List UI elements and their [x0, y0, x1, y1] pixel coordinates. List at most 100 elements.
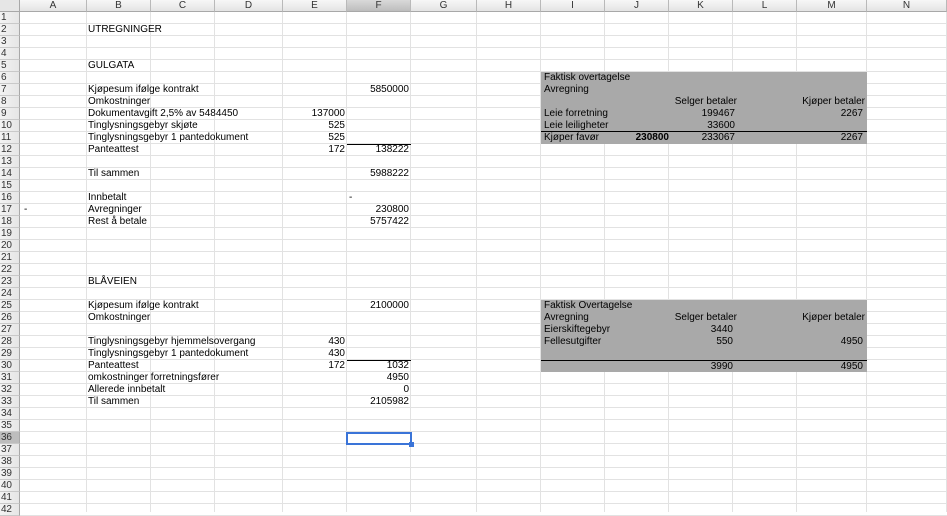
- row-header-8[interactable]: 8: [0, 96, 20, 108]
- cell-b30[interactable]: Panteattest: [88, 360, 139, 372]
- column-header-a[interactable]: A: [20, 0, 87, 12]
- fill-handle[interactable]: [409, 442, 414, 447]
- column-header-c[interactable]: C: [151, 0, 215, 12]
- cell-b11[interactable]: Tinglysningsgebyr 1 pantedokument: [88, 132, 248, 144]
- cell-e28[interactable]: 430: [283, 336, 345, 348]
- column-header-k[interactable]: K: [669, 0, 733, 12]
- cell-f30[interactable]: 1032: [347, 360, 409, 372]
- cell-f14[interactable]: 5988222: [347, 168, 409, 180]
- cell-e12[interactable]: 172: [283, 144, 345, 156]
- row-header-2[interactable]: 2: [0, 24, 20, 36]
- cell-b25[interactable]: Kjøpesum ifølge kontrakt: [88, 300, 199, 312]
- gulgata-box-total-label[interactable]: Kjøper favør: [544, 132, 599, 144]
- cell-f7[interactable]: 5850000: [347, 84, 409, 96]
- row-header-6[interactable]: 6: [0, 72, 20, 84]
- row-header-4[interactable]: 4: [0, 48, 20, 60]
- cell-f25[interactable]: 2100000: [347, 300, 409, 312]
- row-header-15[interactable]: 15: [0, 180, 20, 192]
- row-header-5[interactable]: 5: [0, 60, 20, 72]
- cell-e29[interactable]: 430: [283, 348, 345, 360]
- blaaveien-box-line2-buyer[interactable]: 4950: [797, 336, 863, 348]
- cell-f32[interactable]: 0: [347, 384, 409, 396]
- cell-f33[interactable]: 2105982: [347, 396, 409, 408]
- cell-b8[interactable]: Omkostninger: [88, 96, 150, 108]
- blaaveien-box-line2-seller[interactable]: 550: [669, 336, 733, 348]
- column-header-f[interactable]: F: [347, 0, 411, 12]
- row-header-26[interactable]: 26: [0, 312, 20, 324]
- row-header-31[interactable]: 31: [0, 372, 20, 384]
- cell-f16[interactable]: -: [349, 192, 352, 204]
- cell-b16[interactable]: Innbetalt: [88, 192, 126, 204]
- cell-b14[interactable]: Til sammen: [88, 168, 139, 180]
- blaaveien-box-total-buyer[interactable]: 4950: [797, 361, 863, 373]
- cell-e30[interactable]: 172: [283, 360, 345, 372]
- cell-b18[interactable]: Rest å betale: [88, 216, 147, 228]
- row-header-16[interactable]: 16: [0, 192, 20, 204]
- row-header-28[interactable]: 28: [0, 336, 20, 348]
- gulgata-box-seller-header[interactable]: Selger betaler: [669, 96, 737, 108]
- row-header-19[interactable]: 19: [0, 228, 20, 240]
- cell-b29[interactable]: Tinglysningsgebyr 1 pantedokument: [88, 348, 248, 360]
- cell-a17[interactable]: -: [24, 204, 27, 216]
- column-header-n[interactable]: N: [867, 0, 947, 12]
- cell-b9[interactable]: Dokumentavgift 2,5% av 5484450: [88, 108, 238, 120]
- sheet-title[interactable]: UTREGNINGER: [88, 24, 162, 36]
- row-header-3[interactable]: 3: [0, 36, 20, 48]
- row-header-18[interactable]: 18: [0, 216, 20, 228]
- blaaveien-box-line1-seller[interactable]: 3440: [669, 324, 733, 336]
- row-header-33[interactable]: 33: [0, 396, 20, 408]
- blaaveien-box-subtitle[interactable]: Avregning: [544, 312, 589, 324]
- column-header-e[interactable]: E: [283, 0, 347, 12]
- cell-e10[interactable]: 525: [283, 120, 345, 132]
- gulgata-box-total-buyer[interactable]: 2267: [797, 132, 863, 144]
- column-header-g[interactable]: G: [411, 0, 477, 12]
- gulgata-box-buyer-header[interactable]: Kjøper betaler: [797, 96, 865, 108]
- cell-b17[interactable]: Avregninger: [88, 204, 142, 216]
- column-header-l[interactable]: L: [733, 0, 797, 12]
- row-header-14[interactable]: 14: [0, 168, 20, 180]
- row-header-41[interactable]: 41: [0, 492, 20, 504]
- gulgata-box-line1-label[interactable]: Leie forretning: [544, 108, 608, 120]
- column-header-d[interactable]: D: [215, 0, 283, 12]
- row-header-32[interactable]: 32: [0, 384, 20, 396]
- blaaveien-box-line1-label[interactable]: Eierskiftegebyr: [544, 324, 610, 336]
- row-header-30[interactable]: 30: [0, 360, 20, 372]
- gulgata-box-title[interactable]: Faktisk overtagelse: [544, 72, 630, 84]
- cell-e11[interactable]: 525: [283, 132, 345, 144]
- row-header-11[interactable]: 11: [0, 132, 20, 144]
- row-header-21[interactable]: 21: [0, 252, 20, 264]
- spreadsheet-grid[interactable]: ABCDEFGHIJKLMN 1 2 3 4 5 6 7 8 9 10 11 12 13 14 15 16 17…: [0, 0, 947, 516]
- blaaveien-box-buyer-header[interactable]: Kjøper betaler: [797, 312, 865, 324]
- row-header-39[interactable]: 39: [0, 468, 20, 480]
- gulgata-box-line1-seller[interactable]: 199467: [669, 108, 735, 120]
- row-header-42[interactable]: 42: [0, 504, 20, 516]
- blaaveien-box-title[interactable]: Faktisk Overtagelse: [544, 300, 632, 312]
- column-header-h[interactable]: H: [477, 0, 541, 12]
- active-cell-selection[interactable]: [346, 432, 412, 445]
- row-header-29[interactable]: 29: [0, 348, 20, 360]
- cell-b10[interactable]: Tinglysningsgebyr skjøte: [88, 120, 198, 132]
- blaaveien-heading[interactable]: BLÅVEIEN: [88, 276, 137, 288]
- gulgata-box-total-seller[interactable]: 233067: [669, 132, 735, 144]
- cell-f18[interactable]: 5757422: [347, 216, 409, 228]
- column-header-b[interactable]: B: [87, 0, 151, 12]
- row-header-38[interactable]: 38: [0, 456, 20, 468]
- gulgata-heading[interactable]: GULGATA: [88, 60, 134, 72]
- row-header-9[interactable]: 9: [0, 108, 20, 120]
- row-header-23[interactable]: 23: [0, 276, 20, 288]
- cell-b31[interactable]: omkostninger forretningsfører: [88, 372, 219, 384]
- row-header-24[interactable]: 24: [0, 288, 20, 300]
- blaaveien-box-total-seller[interactable]: 3990: [669, 361, 733, 373]
- row-header-36[interactable]: 36: [0, 432, 20, 444]
- blaaveien-box-seller-header[interactable]: Selger betaler: [669, 312, 737, 324]
- row-header-40[interactable]: 40: [0, 480, 20, 492]
- gulgata-box-buyer-row9[interactable]: 2267: [797, 108, 863, 120]
- blaaveien-box-line2-label[interactable]: Fellesutgifter: [544, 336, 601, 348]
- cell-b7[interactable]: Kjøpesum ifølge kontrakt: [88, 84, 199, 96]
- row-header-1[interactable]: 1: [0, 12, 20, 24]
- row-header-25[interactable]: 25: [0, 300, 20, 312]
- gulgata-box-subtitle[interactable]: Avregning: [544, 84, 589, 96]
- column-header-i[interactable]: I: [541, 0, 605, 12]
- cell-f17[interactable]: 230800: [347, 204, 409, 216]
- row-header-17[interactable]: 17: [0, 204, 20, 216]
